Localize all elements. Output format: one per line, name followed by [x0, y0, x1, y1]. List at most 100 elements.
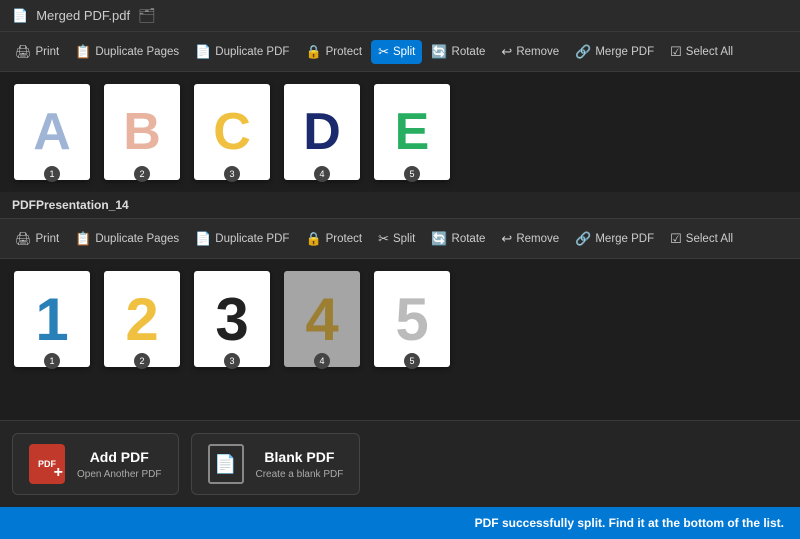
- page-card-1-1[interactable]: A 1: [12, 84, 92, 180]
- protect-button-2[interactable]: 🔒 Protect: [298, 227, 369, 251]
- rotate-icon-2: 🔄: [431, 231, 447, 247]
- print-button-2[interactable]: 🖨 Print: [8, 227, 66, 251]
- page-badge-1-2: 2: [134, 166, 150, 182]
- blank-pdf-button[interactable]: 📄 Blank PDF Create a blank PDF: [191, 433, 361, 495]
- remove-icon-2: ↩: [501, 231, 512, 247]
- duplicate-pages-icon-1: 📋: [75, 44, 91, 60]
- page-card-2-2[interactable]: 2 2: [102, 271, 182, 367]
- page-badge-2-4: 4: [314, 353, 330, 369]
- select-all-label-1: Select All: [686, 46, 733, 58]
- protect-label-1: Protect: [326, 46, 362, 58]
- page-card-1-5[interactable]: E 5: [372, 84, 452, 180]
- blank-pdf-subtitle: Create a blank PDF: [256, 469, 344, 480]
- remove-label-1: Remove: [516, 46, 559, 58]
- remove-icon-1: ↩: [501, 44, 512, 60]
- section-2: PDFPresentation_14 🖨 Print 📋 Duplicate P…: [0, 192, 800, 379]
- select-all-button-1[interactable]: ☑ Select All: [663, 40, 740, 64]
- duplicate-pages-icon-2: 📋: [75, 231, 91, 247]
- bottom-area: PDF + Add PDF Open Another PDF 📄 Blank P…: [0, 420, 800, 507]
- add-pdf-button[interactable]: PDF + Add PDF Open Another PDF: [12, 433, 179, 495]
- add-pdf-text: Add PDF Open Another PDF: [77, 449, 162, 480]
- merge-pdf-icon-2: 🔗: [575, 231, 591, 247]
- split-icon-2: ✂: [378, 231, 389, 247]
- window-title: Merged PDF.pdf: [36, 8, 130, 23]
- add-pdf-icon: PDF +: [29, 444, 65, 484]
- page-badge-2-2: 2: [134, 353, 150, 369]
- rotate-button-2[interactable]: 🔄 Rotate: [424, 227, 492, 251]
- page-badge-1-1: 1: [44, 166, 60, 182]
- duplicate-pages-button-1[interactable]: 📋 Duplicate Pages: [68, 40, 186, 64]
- status-bar: PDF successfully split. Find it at the b…: [0, 507, 800, 539]
- page-badge-1-3: 3: [224, 166, 240, 182]
- print-icon-2: 🖨: [15, 231, 32, 247]
- merge-pdf-button-1[interactable]: 🔗 Merge PDF: [568, 40, 661, 64]
- select-all-icon-1: ☑: [670, 44, 682, 60]
- page-card-1-2[interactable]: B 2: [102, 84, 182, 180]
- page-badge-1-5: 5: [404, 166, 420, 182]
- select-all-button-2[interactable]: ☑ Select All: [663, 227, 740, 251]
- print-icon-1: 🖨: [15, 44, 32, 60]
- blank-pdf-text: Blank PDF Create a blank PDF: [256, 449, 344, 480]
- title-extra-icon: 🗂: [138, 7, 156, 24]
- print-label-1: Print: [36, 46, 60, 58]
- print-button-1[interactable]: 🖨 Print: [8, 40, 66, 64]
- rotate-label-1: Rotate: [452, 46, 486, 58]
- split-icon-1: ✂: [378, 44, 389, 60]
- protect-icon-1: 🔒: [305, 44, 321, 60]
- remove-button-2[interactable]: ↩ Remove: [494, 227, 566, 251]
- duplicate-pages-label-1: Duplicate Pages: [95, 46, 179, 58]
- page-card-1-3[interactable]: C 3: [192, 84, 272, 180]
- merge-pdf-label-2: Merge PDF: [595, 233, 654, 245]
- blank-pdf-icon: 📄: [208, 444, 244, 484]
- page-badge-2-1: 1: [44, 353, 60, 369]
- duplicate-pdf-icon-1: 📄: [195, 44, 211, 60]
- split-label-2: Split: [393, 233, 415, 245]
- page-badge-2-5: 5: [404, 353, 420, 369]
- pages-area-2: 1 1 2 2 3 3 4 4 5 5: [0, 259, 800, 379]
- duplicate-pdf-button-1[interactable]: 📄 Duplicate PDF: [188, 40, 296, 64]
- section-2-label: PDFPresentation_14: [0, 192, 800, 219]
- page-card-2-5[interactable]: 5 5: [372, 271, 452, 367]
- duplicate-pdf-icon-2: 📄: [195, 231, 211, 247]
- add-pdf-subtitle: Open Another PDF: [77, 469, 162, 480]
- protect-label-2: Protect: [326, 233, 362, 245]
- merge-pdf-button-2[interactable]: 🔗 Merge PDF: [568, 227, 661, 251]
- split-button-1[interactable]: ✂ Split: [371, 40, 422, 64]
- duplicate-pages-label-2: Duplicate Pages: [95, 233, 179, 245]
- remove-button-1[interactable]: ↩ Remove: [494, 40, 566, 64]
- duplicate-pages-button-2[interactable]: 📋 Duplicate Pages: [68, 227, 186, 251]
- page-badge-2-3: 3: [224, 353, 240, 369]
- rotate-label-2: Rotate: [452, 233, 486, 245]
- toolbar-2: 🖨 Print 📋 Duplicate Pages 📄 Duplicate PD…: [0, 219, 800, 259]
- print-label-2: Print: [36, 233, 60, 245]
- sections-container: 🖨 Print 📋 Duplicate Pages 📄 Duplicate PD…: [0, 32, 800, 507]
- select-all-icon-2: ☑: [670, 231, 682, 247]
- split-label-1: Split: [393, 46, 415, 58]
- page-card-2-3[interactable]: 3 3: [192, 271, 272, 367]
- pdf-title-icon: 📄: [12, 8, 28, 24]
- page-card-1-4[interactable]: D 4: [282, 84, 362, 180]
- page-card-2-4[interactable]: 4 4: [282, 271, 362, 367]
- merge-pdf-icon-1: 🔗: [575, 44, 591, 60]
- toolbar-1: 🖨 Print 📋 Duplicate Pages 📄 Duplicate PD…: [0, 32, 800, 72]
- add-pdf-title: Add PDF: [77, 449, 162, 465]
- page-badge-1-4: 4: [314, 166, 330, 182]
- duplicate-pdf-button-2[interactable]: 📄 Duplicate PDF: [188, 227, 296, 251]
- remove-label-2: Remove: [516, 233, 559, 245]
- merge-pdf-label-1: Merge PDF: [595, 46, 654, 58]
- section-1: 🖨 Print 📋 Duplicate Pages 📄 Duplicate PD…: [0, 32, 800, 192]
- split-button-2[interactable]: ✂ Split: [371, 227, 422, 251]
- select-all-label-2: Select All: [686, 233, 733, 245]
- protect-icon-2: 🔒: [305, 231, 321, 247]
- page-card-2-1[interactable]: 1 1: [12, 271, 92, 367]
- blank-pdf-title: Blank PDF: [256, 449, 344, 465]
- title-bar: 📄 Merged PDF.pdf 🗂: [0, 0, 800, 32]
- pages-area-1: A 1 B 2 C 3 D 4 E 5: [0, 72, 800, 192]
- status-message: PDF successfully split. Find it at the b…: [475, 516, 784, 530]
- rotate-button-1[interactable]: 🔄 Rotate: [424, 40, 492, 64]
- blank-pdf-icon-symbol: 📄: [214, 454, 236, 475]
- protect-button-1[interactable]: 🔒 Protect: [298, 40, 369, 64]
- duplicate-pdf-label-2: Duplicate PDF: [215, 233, 289, 245]
- rotate-icon-1: 🔄: [431, 44, 447, 60]
- duplicate-pdf-label-1: Duplicate PDF: [215, 46, 289, 58]
